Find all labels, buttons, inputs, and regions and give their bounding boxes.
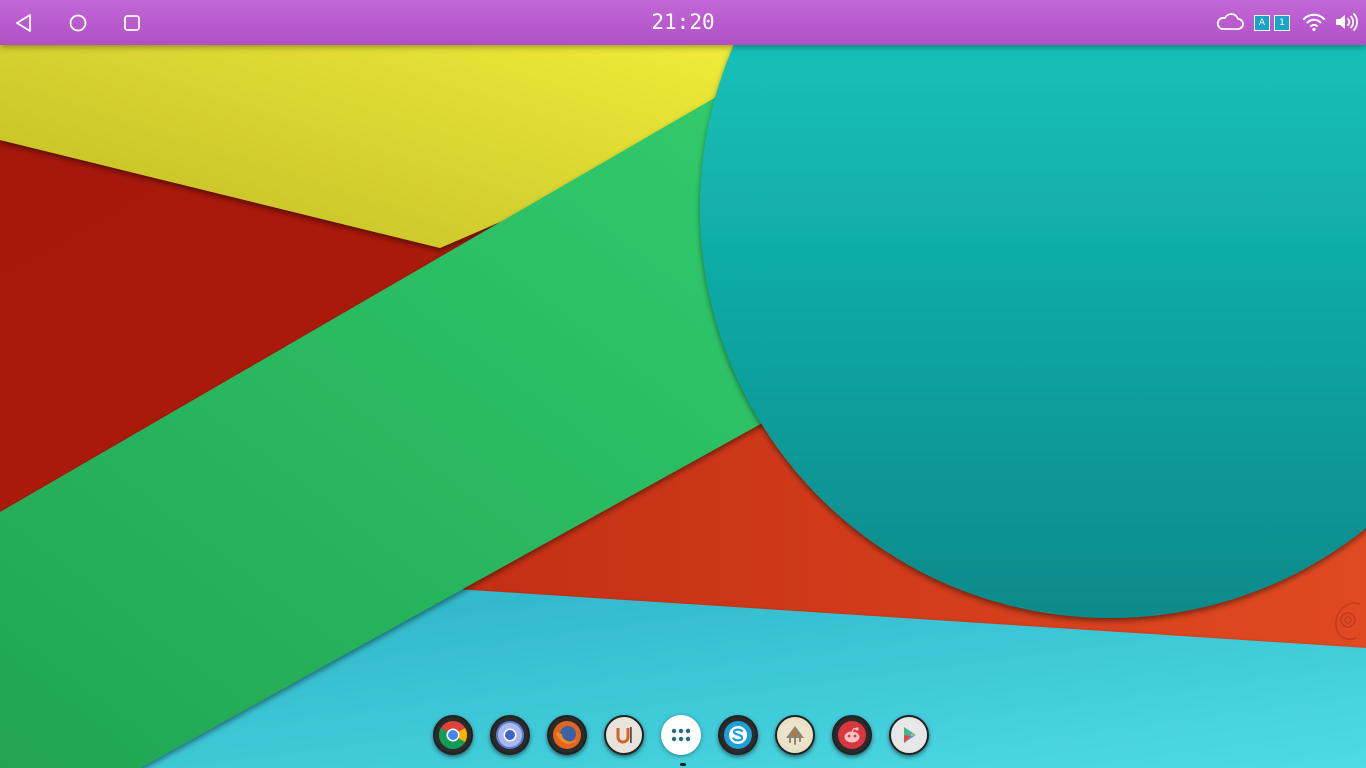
home-icon — [69, 14, 87, 32]
keyboard-indicator[interactable]: A 1 — [1253, 9, 1293, 35]
dock-page-indicator — [680, 763, 686, 766]
firefox-icon — [553, 721, 581, 749]
keyboard-indicator-1-label: 1 — [1279, 18, 1285, 28]
keyboard-indicator-a: A — [1254, 15, 1270, 31]
dock-chromium[interactable] — [490, 715, 530, 755]
reddit-icon — [838, 721, 866, 749]
cloud-icon — [1216, 13, 1244, 30]
back-button[interactable] — [11, 10, 37, 36]
dock-chrome[interactable] — [433, 715, 473, 755]
dock-firefox[interactable] — [547, 715, 587, 755]
play-store-icon — [895, 721, 923, 749]
unity-icon — [610, 721, 638, 749]
recents-button[interactable] — [119, 10, 145, 36]
dock-inkscape[interactable] — [775, 715, 815, 755]
dock-reddit[interactable] — [832, 715, 872, 755]
clock: 21:20 — [651, 10, 715, 34]
dock-skype[interactable] — [718, 715, 758, 755]
watermark-logo — [1335, 602, 1361, 640]
dock — [426, 707, 938, 766]
recents-icon — [124, 15, 140, 31]
back-icon — [16, 14, 31, 32]
dock-play-store[interactable] — [889, 715, 929, 755]
volume-icon — [1336, 13, 1358, 31]
keyboard-indicator-a-label: A — [1258, 18, 1266, 28]
wallpaper — [0, 0, 1366, 768]
app-drawer-icon — [671, 728, 691, 742]
top-bar: 21:20 A 1 — [0, 0, 1366, 45]
cloud-tray[interactable] — [1214, 9, 1246, 35]
chromium-icon — [496, 721, 524, 749]
desktop: 21:20 A 1 — [0, 0, 1366, 768]
app-drawer-button[interactable] — [661, 715, 701, 755]
home-button[interactable] — [65, 10, 91, 36]
wifi-icon — [1303, 13, 1325, 32]
skype-icon — [724, 721, 752, 749]
chrome-icon — [439, 721, 467, 749]
wifi-tray[interactable] — [1300, 9, 1328, 35]
dock-unity[interactable] — [604, 715, 644, 755]
volume-tray[interactable] — [1333, 9, 1361, 35]
keyboard-indicator-1: 1 — [1274, 15, 1290, 31]
inkscape-icon — [781, 721, 809, 749]
